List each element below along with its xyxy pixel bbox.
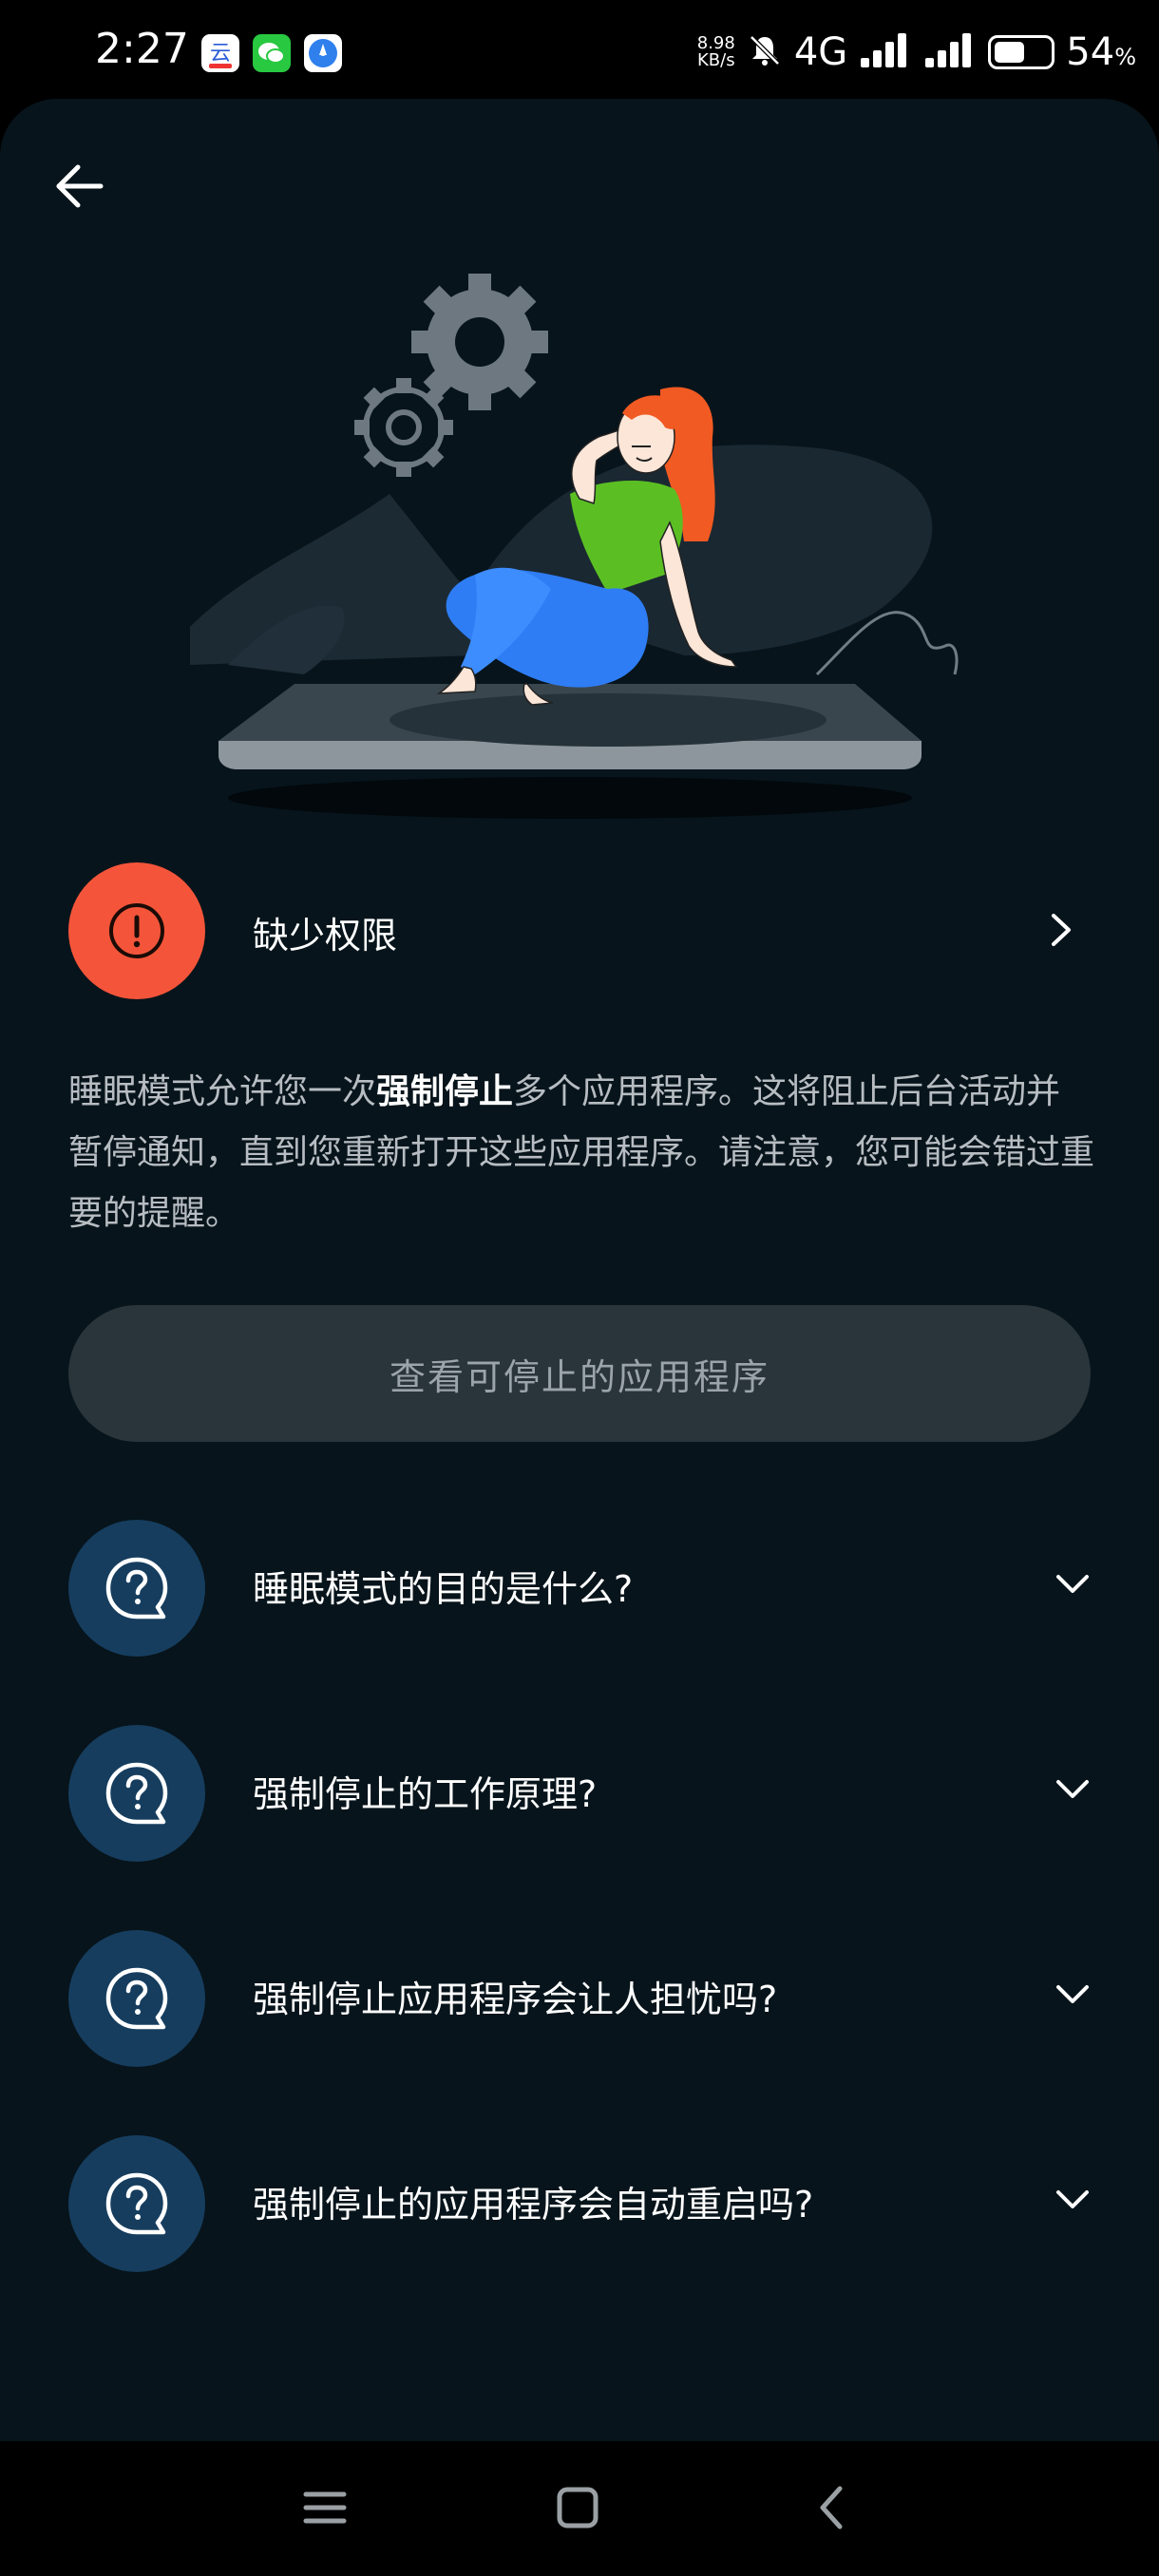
back-button[interactable] — [51, 158, 108, 215]
back-chevron-icon — [820, 2486, 843, 2529]
question-bubble-icon — [105, 2172, 168, 2235]
battery-level: 54 — [1066, 30, 1115, 74]
chevron-down-icon — [1056, 1575, 1089, 1593]
exclamation-circle-icon — [109, 903, 164, 958]
description-bold-text: 强制停止 — [376, 1072, 514, 1111]
missing-permission-row[interactable]: 缺少权限 — [68, 862, 1094, 999]
net-speed-unit: KB/s — [696, 50, 735, 70]
sleep-mode-description: 睡眠模式允许您一次强制停止多个应用程序。这将阻止后台活动并暂停通知，直到您重新打… — [68, 1062, 1094, 1244]
faq-question-label: 强制停止的应用程序会自动重启吗? — [253, 2184, 814, 2226]
cloud-app-icon: 云 — [201, 34, 239, 72]
question-bubble-icon — [105, 1557, 168, 1619]
faq-badge — [68, 1930, 205, 2067]
nav-home-button[interactable] — [549, 2479, 606, 2536]
sleep-mode-illustration — [190, 256, 969, 845]
arrow-left-icon — [56, 164, 104, 208]
battery-percent: 54% — [1066, 30, 1136, 74]
faq-question-label: 强制停止应用程序会让人担忧吗? — [253, 1979, 778, 2020]
home-square-icon — [557, 2487, 598, 2529]
net-speed: 8.98 KB/s — [697, 35, 735, 69]
faq-item-auto-restart[interactable]: 强制停止的应用程序会自动重启吗? — [68, 2135, 1094, 2272]
missing-permission-label: 缺少权限 — [253, 915, 398, 957]
signal-icon — [859, 31, 912, 73]
gear-icon-small — [354, 378, 453, 477]
description-text-1: 睡眠模式允许您一次 — [68, 1072, 377, 1111]
mute-bell-icon — [747, 32, 783, 72]
chevron-right-icon — [1052, 914, 1071, 946]
faq-item-how-it-works[interactable]: 强制停止的工作原理? — [68, 1725, 1094, 1862]
network-type: 4G — [793, 30, 848, 74]
battery-fill — [995, 42, 1024, 63]
signal-icon-2 — [923, 31, 977, 73]
system-navigation-bar — [0, 2441, 1159, 2576]
status-time: 2:27 — [95, 25, 189, 73]
question-bubble-icon — [105, 1967, 168, 2030]
chevron-down-icon — [1056, 1780, 1089, 1798]
svg-text:云: 云 — [210, 42, 231, 66]
faq-badge — [68, 2135, 205, 2272]
question-bubble-icon — [105, 1762, 168, 1825]
faq-item-purpose[interactable]: 睡眠模式的目的是什么? — [68, 1520, 1094, 1657]
faq-question-label: 强制停止的工作原理? — [253, 1773, 598, 1815]
faq-item-concerns[interactable]: 强制停止应用程序会让人担忧吗? — [68, 1930, 1094, 2067]
view-stoppable-apps-button[interactable]: 查看可停止的应用程序 — [68, 1305, 1091, 1442]
messages-app-icon — [253, 34, 291, 72]
nav-back-button[interactable] — [804, 2479, 861, 2536]
compass-app-icon — [304, 34, 342, 72]
battery-unit: % — [1114, 44, 1136, 70]
faq-badge — [68, 1725, 205, 1862]
faq-badge — [68, 1520, 205, 1657]
permission-warning-badge — [68, 862, 205, 999]
status-bar: 2:27 云 8.98 KB/s 4G 54% — [0, 0, 1159, 99]
chevron-down-icon — [1056, 2190, 1089, 2208]
chevron-down-icon — [1056, 1985, 1089, 2003]
faq-question-label: 睡眠模式的目的是什么? — [253, 1568, 634, 1610]
menu-icon — [303, 2491, 347, 2524]
battery-icon — [988, 35, 1055, 69]
nav-menu-button[interactable] — [296, 2479, 353, 2536]
status-right-group: 8.98 KB/s 4G 54% — [697, 28, 1136, 76]
